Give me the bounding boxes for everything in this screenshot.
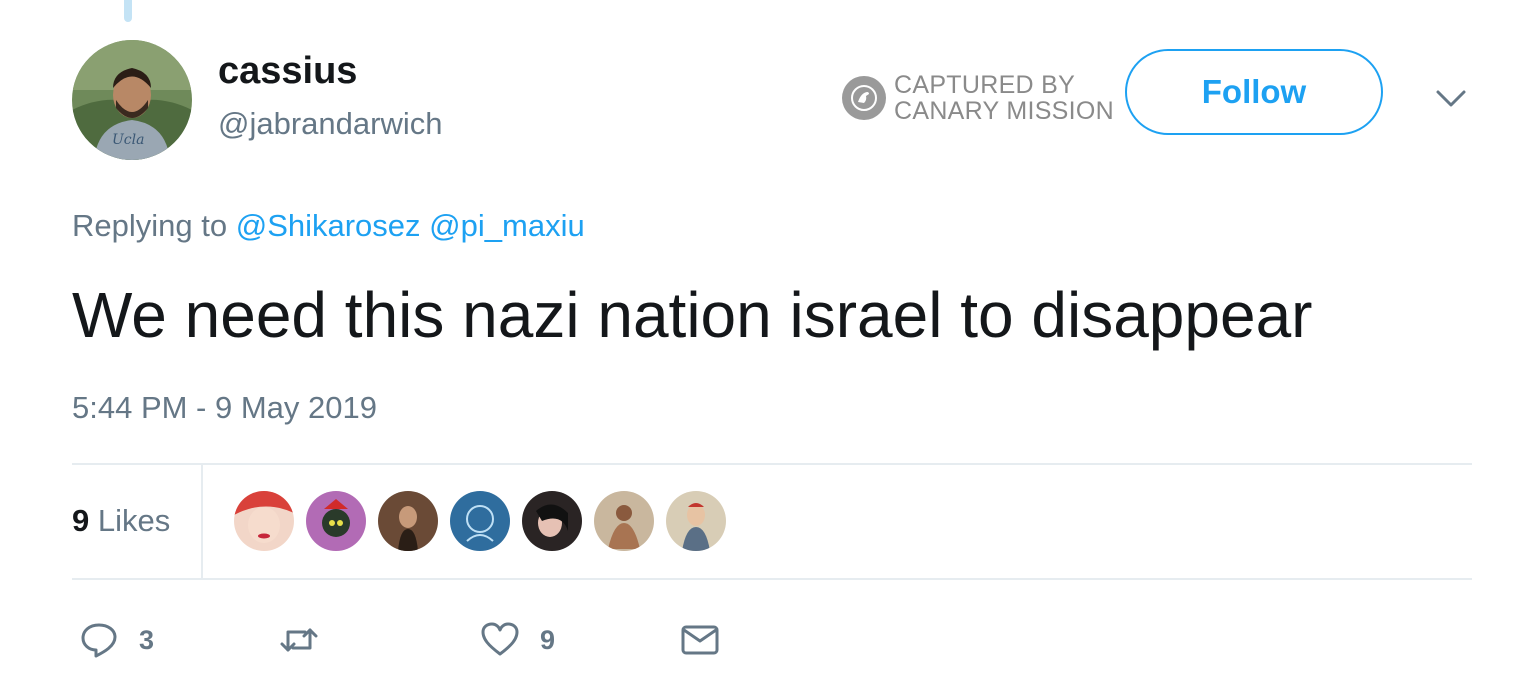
tweet-timestamp[interactable]: 5:44 PM - 9 May 2019 xyxy=(72,390,377,426)
liker-avatar[interactable] xyxy=(306,491,366,551)
liker-avatar[interactable] xyxy=(522,491,582,551)
tweet-text: We need this nazi nation israel to disap… xyxy=(72,279,1313,351)
likes-stat[interactable]: 9 Likes xyxy=(72,503,170,539)
author-display-name[interactable]: cassius xyxy=(218,50,357,93)
like-count: 9 xyxy=(540,624,556,655)
canary-bird-icon xyxy=(842,76,886,120)
likes-label: Likes xyxy=(97,503,171,538)
likes-count: 9 xyxy=(72,503,90,538)
canary-line-1: CAPTURED BY xyxy=(894,71,1076,99)
reply-action[interactable]: 3 xyxy=(79,620,154,660)
envelope-icon xyxy=(681,625,719,655)
reply-context-prefix: Replying to xyxy=(72,208,228,243)
retweet-icon xyxy=(280,628,318,652)
like-action[interactable]: 9 xyxy=(480,620,555,660)
liker-avatars xyxy=(234,491,726,551)
canary-mission-watermark: CAPTURED BY CANARY MISSION xyxy=(842,72,1114,124)
liker-avatar[interactable] xyxy=(234,491,294,551)
stats-vertical-divider xyxy=(201,465,203,579)
svg-text:Ucla: Ucla xyxy=(112,132,144,148)
mention-link[interactable]: @Shikarosez xyxy=(236,208,421,243)
author-handle[interactable]: @jabrandarwich xyxy=(218,106,442,142)
reply-context: Replying to @Shikarosez @pi_maxiu xyxy=(72,208,585,244)
reply-count: 3 xyxy=(139,624,155,655)
stats-top-divider xyxy=(72,463,1472,465)
liker-avatar[interactable] xyxy=(594,491,654,551)
reply-icon xyxy=(81,623,117,658)
author-avatar[interactable]: Ucla xyxy=(72,40,192,160)
chevron-down-icon[interactable] xyxy=(1434,86,1468,110)
liker-avatar[interactable] xyxy=(450,491,510,551)
retweet-action[interactable] xyxy=(276,620,322,660)
direct-message-action[interactable] xyxy=(680,620,720,660)
follow-button[interactable]: Follow xyxy=(1125,49,1383,135)
canary-line-2: CANARY MISSION xyxy=(894,97,1114,125)
canary-watermark-text: CAPTURED BY CANARY MISSION xyxy=(894,72,1114,124)
stats-bottom-divider xyxy=(72,578,1472,580)
liker-avatar[interactable] xyxy=(666,491,726,551)
heart-icon xyxy=(481,622,519,656)
thread-connector-line xyxy=(124,0,132,22)
mention-link[interactable]: @pi_maxiu xyxy=(429,208,585,243)
liker-avatar[interactable] xyxy=(378,491,438,551)
